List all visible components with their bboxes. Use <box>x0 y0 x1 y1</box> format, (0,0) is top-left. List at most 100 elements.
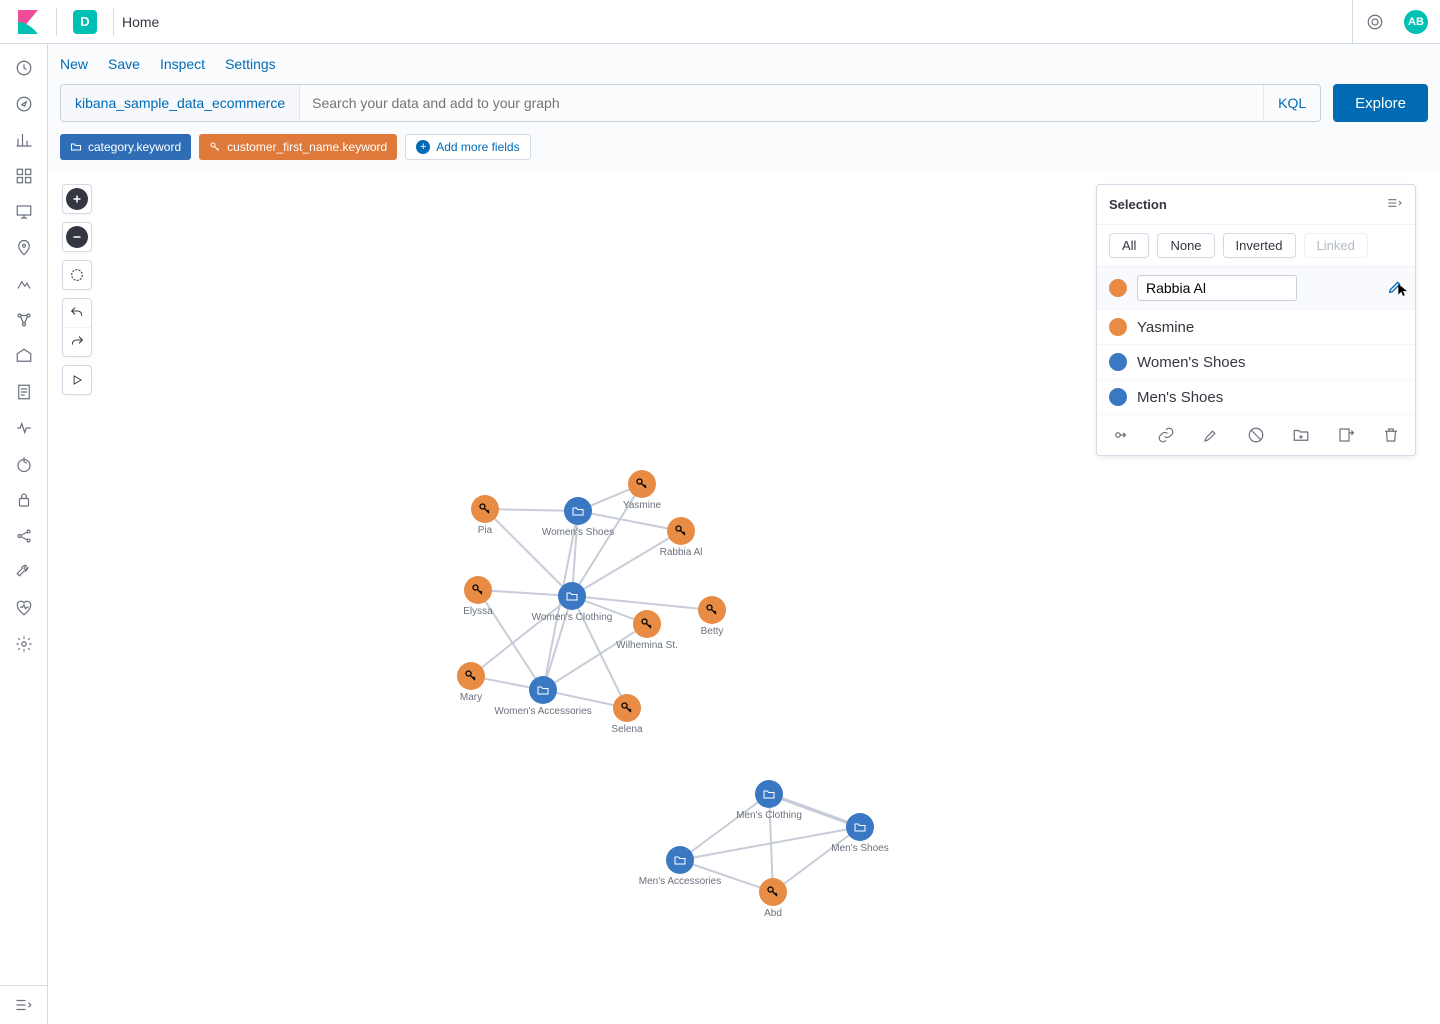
collapse-nav-icon[interactable] <box>0 985 47 1024</box>
index-pattern[interactable]: kibana_sample_data_ecommerce <box>61 85 300 121</box>
selection-item[interactable]: Men's Shoes <box>1097 380 1415 415</box>
uptime-icon[interactable] <box>12 452 36 476</box>
menu-inspect[interactable]: Inspect <box>160 56 205 72</box>
space-badge[interactable]: D <box>73 10 97 34</box>
dashboard-icon[interactable] <box>12 164 36 188</box>
select-linked-button[interactable]: Linked <box>1304 233 1368 258</box>
graph-edge[interactable] <box>543 596 572 690</box>
trash-icon[interactable] <box>1381 425 1401 445</box>
graph-node[interactable]: Selena <box>611 694 643 735</box>
discover-icon[interactable] <box>12 92 36 116</box>
explore-button[interactable]: Explore <box>1333 84 1428 122</box>
selection-item[interactable]: Yasmine <box>1097 310 1415 345</box>
search-input[interactable] <box>300 85 1263 121</box>
graph-node-label: Pia <box>478 525 493 536</box>
breadcrumb-home[interactable]: Home <box>122 14 159 30</box>
menu-save[interactable]: Save <box>108 56 140 72</box>
canvas-icon[interactable] <box>12 200 36 224</box>
infrastructure-icon[interactable] <box>12 344 36 368</box>
select-none-button[interactable]: None <box>1157 233 1214 258</box>
selection-panel: Selection All None Inverted Linked <box>1096 184 1416 456</box>
graph-node[interactable]: Mary <box>457 662 485 703</box>
graph-node[interactable]: Elyssa <box>463 576 493 617</box>
color-swatch-icon <box>1109 279 1127 297</box>
top-header: D Home AB <box>0 0 1440 44</box>
graph-node-label: Mary <box>460 692 482 703</box>
query-row: kibana_sample_data_ecommerce KQL Explore <box>48 84 1440 134</box>
graph-node-label: Women's Shoes <box>542 527 614 538</box>
select-inverted-button[interactable]: Inverted <box>1223 233 1296 258</box>
graph-edge[interactable] <box>478 590 572 596</box>
graph-edge[interactable] <box>572 531 681 596</box>
graph-node[interactable]: Women's Shoes <box>542 497 614 538</box>
dev-tools-icon[interactable] <box>12 560 36 584</box>
field-chip-category[interactable]: category.keyword <box>60 134 191 160</box>
graph-node-label: Women's Accessories <box>494 706 591 717</box>
group-icon[interactable] <box>1291 425 1311 445</box>
selection-item[interactable]: Women's Shoes <box>1097 345 1415 380</box>
graph-node[interactable]: Rabbia Al <box>660 517 703 558</box>
menu-new[interactable]: New <box>60 56 88 72</box>
chip-label: customer_first_name.keyword <box>227 140 387 154</box>
ml-icon[interactable] <box>12 272 36 296</box>
selection-item-label: Yasmine <box>1137 319 1194 336</box>
apm-icon[interactable] <box>12 416 36 440</box>
selection-item-label: Women's Shoes <box>1137 354 1245 371</box>
field-chip-customer-first-name[interactable]: customer_first_name.keyword <box>199 134 397 160</box>
menu-settings[interactable]: Settings <box>225 56 276 72</box>
key-icon <box>209 141 221 153</box>
folder-icon <box>70 141 82 153</box>
monitoring-icon[interactable] <box>12 596 36 620</box>
selection-item-editing[interactable] <box>1097 267 1415 310</box>
divider <box>56 8 57 36</box>
expand-icon[interactable] <box>1111 425 1131 445</box>
graph-node[interactable]: Women's Clothing <box>532 582 613 623</box>
kibana-logo-icon[interactable] <box>16 10 40 34</box>
graph-edge[interactable] <box>485 509 572 596</box>
graph-node-label: Women's Clothing <box>532 612 613 623</box>
visualize-icon[interactable] <box>12 128 36 152</box>
graph-node[interactable]: Pia <box>471 495 499 536</box>
maps-icon[interactable] <box>12 236 36 260</box>
query-bar: kibana_sample_data_ecommerce KQL <box>60 84 1321 122</box>
management-icon[interactable] <box>12 632 36 656</box>
graph-node[interactable]: Men's Accessories <box>639 846 722 887</box>
collapse-panel-icon[interactable] <box>1387 195 1403 214</box>
link-icon[interactable] <box>1156 425 1176 445</box>
graph-node-label: Men's Accessories <box>639 876 722 887</box>
cursor-icon <box>1396 283 1410 297</box>
graph-node-label: Men's Clothing <box>736 810 802 821</box>
main: New Save Inspect Settings kibana_sample_… <box>48 44 1440 1024</box>
logs-icon[interactable] <box>12 380 36 404</box>
select-all-button[interactable]: All <box>1109 233 1149 258</box>
graph-node-label: Men's Shoes <box>831 843 889 854</box>
graph-node-label: Abd <box>764 908 782 919</box>
user-avatar[interactable]: AB <box>1404 10 1428 34</box>
siem-icon[interactable] <box>12 488 36 512</box>
graph-node-label: Selena <box>611 724 643 735</box>
graph-edge[interactable] <box>478 590 543 690</box>
left-nav <box>0 44 48 1024</box>
menu-bar: New Save Inspect Settings <box>48 44 1440 84</box>
ungroup-icon[interactable] <box>1336 425 1356 445</box>
style-icon[interactable] <box>1201 425 1221 445</box>
add-field-label: Add more fields <box>436 140 519 154</box>
news-feed-icon[interactable] <box>1352 0 1396 44</box>
graph-edge[interactable] <box>773 827 860 892</box>
graph-node[interactable]: Betty <box>698 596 726 637</box>
graph-node[interactable]: Abd <box>759 878 787 919</box>
graph-edge[interactable] <box>680 794 769 860</box>
edit-icon[interactable] <box>1387 279 1403 298</box>
add-field-button[interactable]: + Add more fields <box>405 134 530 160</box>
graph-area[interactable]: Women's Shoes Women's Clothing Women's Acc… <box>48 170 1440 1024</box>
kql-toggle[interactable]: KQL <box>1263 85 1320 121</box>
selection-label-input[interactable] <box>1137 275 1297 301</box>
stack-icon[interactable] <box>12 524 36 548</box>
chip-label: category.keyword <box>88 140 181 154</box>
block-icon[interactable] <box>1246 425 1266 445</box>
recent-icon[interactable] <box>12 56 36 80</box>
graph-icon[interactable] <box>12 308 36 332</box>
graph-edge[interactable] <box>543 624 647 690</box>
graph-node-label: Wilhemina St. <box>616 640 678 651</box>
graph-node-label: Betty <box>701 626 724 637</box>
